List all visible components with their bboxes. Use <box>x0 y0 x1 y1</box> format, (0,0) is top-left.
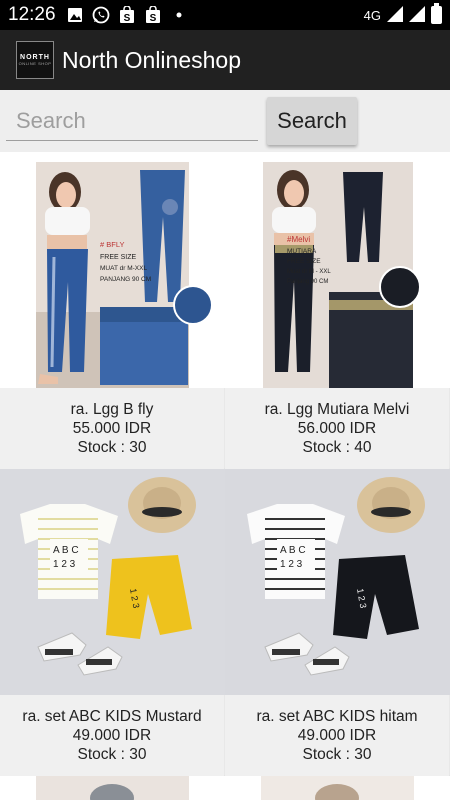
image-text: MUAT dr M-XXL <box>100 265 147 272</box>
image-text: MUTIARA <box>287 248 317 255</box>
next-row-partial <box>0 776 450 800</box>
product-price: 55.000 IDR <box>72 420 152 437</box>
svg-text:S: S <box>149 13 156 24</box>
image-text: 1 2 3 <box>280 559 303 570</box>
image-text: FREE SIZE <box>287 258 321 265</box>
image-text: FREE SIZE <box>100 254 137 261</box>
product-info: ra. Lgg B fly 55.000 IDR Stock : 30 <box>0 388 224 469</box>
product-stock: Stock : 40 <box>302 439 372 456</box>
image-text: Muat dr M - XXL <box>287 269 331 275</box>
product-card[interactable]: #Melvi MUTIARA FREE SIZE Muat dr M - XXL… <box>225 162 450 469</box>
product-stock: Stock : 30 <box>77 439 147 456</box>
battery-icon <box>431 3 442 24</box>
image-text: PANJANG 90 CM <box>100 276 151 283</box>
image-text: A B C <box>53 545 79 556</box>
product-card-partial[interactable] <box>0 776 225 800</box>
product-info: ra. Lgg Mutiara Melvi 56.000 IDR Stock :… <box>225 388 449 469</box>
kids-set-black-photo: A B C 1 2 3 1 2 3 <box>225 469 450 695</box>
image-text: #Melvi <box>287 235 310 244</box>
app-logo: NORTH ONLINE SHOP <box>16 41 54 79</box>
product-stock: Stock : 30 <box>77 746 147 763</box>
product-grid: # BFLY FREE SIZE MUAT dr M-XXL PANJANG 9… <box>0 162 450 776</box>
shopping-bag-icon: S <box>144 6 162 24</box>
denim-leggings-photo: # BFLY FREE SIZE MUAT dr M-XXL PANJANG 9… <box>0 162 225 388</box>
product-info: ra. set ABC KIDS hitam 49.000 IDR Stock … <box>225 695 449 776</box>
product-price: 49.000 IDR <box>72 727 152 744</box>
whatsapp-icon <box>92 6 110 24</box>
product-name: ra. set ABC KIDS hitam <box>256 708 418 725</box>
signal-icon <box>409 5 425 25</box>
black-leggings-photo: #Melvi MUTIARA FREE SIZE Muat dr M - XXL… <box>225 162 450 388</box>
product-name: ra. Lgg Mutiara Melvi <box>264 401 410 418</box>
notification-icons: S S <box>66 6 188 24</box>
image-text: A B C <box>280 545 306 556</box>
search-row: Search <box>0 90 450 152</box>
product-card[interactable]: A B C 1 2 3 1 2 3 ra. set ABC KIDS hitam… <box>225 469 450 776</box>
image-icon <box>66 6 84 24</box>
signal-icon <box>387 5 403 25</box>
search-button[interactable]: Search <box>267 97 357 145</box>
app-title: North Onlineshop <box>62 46 241 73</box>
status-time: 12:26 <box>8 4 56 25</box>
shopping-bag-icon: S <box>118 6 136 24</box>
status-bar: 12:26 S S 4G <box>0 0 450 30</box>
product-price: 56.000 IDR <box>297 420 377 437</box>
app-bar: NORTH ONLINE SHOP North Onlineshop <box>0 30 450 90</box>
product-name: ra. Lgg B fly <box>70 401 154 418</box>
image-text: 1 2 3 <box>53 559 76 570</box>
search-input[interactable] <box>6 101 258 141</box>
dot-icon <box>170 6 188 24</box>
product-stock: Stock : 30 <box>302 746 372 763</box>
network-type: 4G <box>363 7 381 23</box>
product-card[interactable]: A B C 1 2 3 1 2 3 ra. set ABC KIDS Musta… <box>0 469 225 776</box>
status-right: 4G <box>363 3 442 25</box>
product-price: 49.000 IDR <box>297 727 377 744</box>
logo-subtext: ONLINE SHOP <box>18 61 52 66</box>
product-card[interactable]: # BFLY FREE SIZE MUAT dr M-XXL PANJANG 9… <box>0 162 225 469</box>
svg-text:S: S <box>123 13 130 24</box>
product-card-partial[interactable] <box>225 776 450 800</box>
logo-text: NORTH <box>20 54 50 61</box>
product-name: ra. set ABC KIDS Mustard <box>22 708 202 725</box>
image-text: Panjang 90 CM <box>287 279 328 285</box>
product-info: ra. set ABC KIDS Mustard 49.000 IDR Stoc… <box>0 695 224 776</box>
image-text: # BFLY <box>100 240 124 249</box>
kids-set-mustard-photo: A B C 1 2 3 1 2 3 <box>0 469 225 695</box>
